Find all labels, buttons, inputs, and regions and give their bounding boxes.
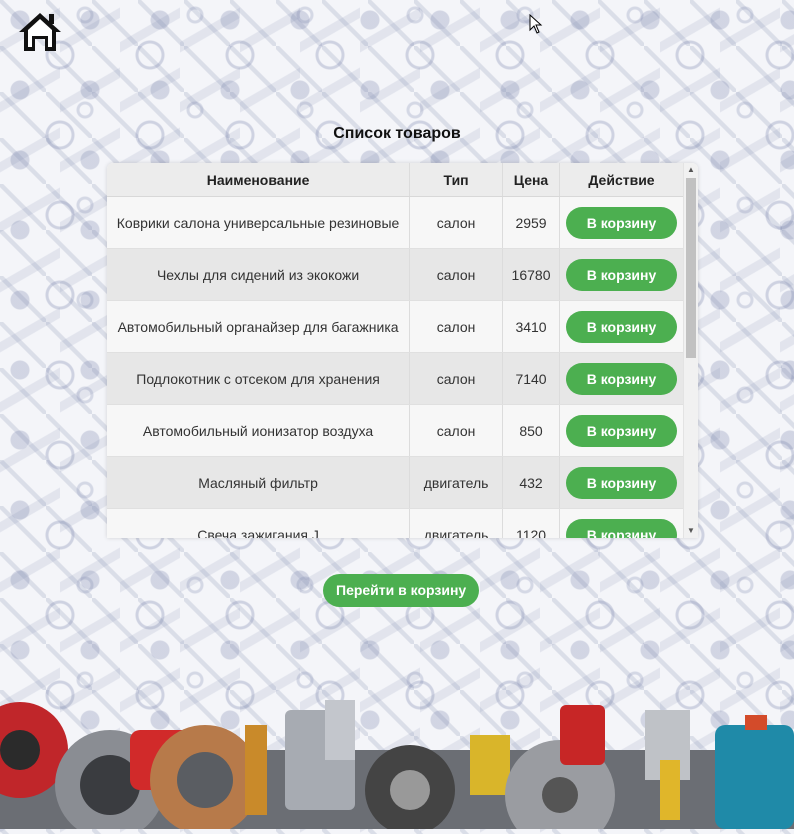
product-type: салон — [409, 352, 504, 405]
page-title: Список товаров — [333, 125, 461, 142]
table-row: Чехлы для сидений из экокожи салон 16780… — [107, 248, 684, 301]
product-type: салон — [409, 196, 504, 249]
column-header-price: Цена — [502, 163, 560, 197]
add-to-cart-button[interactable]: В корзину — [565, 466, 678, 499]
product-price: 432 — [502, 456, 560, 509]
product-action-cell: В корзину — [559, 196, 684, 249]
products-table-container: Наименование Тип Цена Действие Коврики с… — [107, 163, 698, 538]
add-to-cart-button[interactable]: В корзину — [565, 310, 678, 343]
product-price: 850 — [502, 404, 560, 457]
table-header-row: Наименование Тип Цена Действие — [107, 163, 684, 197]
table-row: Автомобильный ионизатор воздуха салон 85… — [107, 404, 684, 457]
product-name: Автомобильный органайзер для багажника — [107, 300, 411, 353]
home-icon[interactable] — [17, 10, 63, 54]
product-name: Чехлы для сидений из экокожи — [107, 248, 411, 301]
column-header-name: Наименование — [107, 163, 411, 197]
add-to-cart-button[interactable]: В корзину — [565, 206, 678, 239]
table-scrollbar[interactable]: ▲ ▼ — [683, 163, 698, 538]
add-to-cart-button[interactable]: В корзину — [565, 518, 678, 538]
product-type: салон — [409, 248, 504, 301]
product-type: двигатель — [409, 456, 504, 509]
table-row: Коврики салона универсальные резиновые с… — [107, 196, 684, 249]
product-action-cell: В корзину — [559, 300, 684, 353]
product-price: 16780 — [502, 248, 560, 301]
product-action-cell: В корзину — [559, 404, 684, 457]
go-to-cart-button[interactable]: Перейти в корзину — [323, 574, 480, 607]
product-price: 2959 — [502, 196, 560, 249]
table-row: Автомобильный органайзер для багажника с… — [107, 300, 684, 353]
product-type: двигатель — [409, 508, 504, 538]
product-price: 1120 — [502, 508, 560, 538]
mouse-cursor-icon — [529, 13, 543, 34]
products-table: Наименование Тип Цена Действие Коврики с… — [107, 163, 684, 538]
add-to-cart-button[interactable]: В корзину — [565, 258, 678, 291]
table-row: Масляный фильтр двигатель 432 В корзину — [107, 456, 684, 509]
product-action-cell: В корзину — [559, 508, 684, 538]
add-to-cart-button[interactable]: В корзину — [565, 362, 678, 395]
add-to-cart-button[interactable]: В корзину — [565, 414, 678, 447]
product-type: салон — [409, 404, 504, 457]
auto-parts-banner-image — [0, 690, 794, 834]
product-price: 7140 — [502, 352, 560, 405]
scrollbar-thumb[interactable] — [686, 178, 696, 358]
product-name: Свеча зажигания J — [107, 508, 411, 538]
product-action-cell: В корзину — [559, 456, 684, 509]
product-name: Масляный фильтр — [107, 456, 411, 509]
table-row: Подлокотник с отсеком для хранения салон… — [107, 352, 684, 405]
column-header-type: Тип — [409, 163, 504, 197]
table-row: Свеча зажигания J двигатель 1120 В корзи… — [107, 508, 684, 538]
product-name: Автомобильный ионизатор воздуха — [107, 404, 411, 457]
product-type: салон — [409, 300, 504, 353]
scroll-down-arrow-icon[interactable]: ▼ — [684, 524, 698, 538]
scroll-up-arrow-icon[interactable]: ▲ — [684, 163, 698, 177]
product-action-cell: В корзину — [559, 352, 684, 405]
product-action-cell: В корзину — [559, 248, 684, 301]
product-name: Подлокотник с отсеком для хранения — [107, 352, 411, 405]
product-name: Коврики салона универсальные резиновые — [107, 196, 411, 249]
product-price: 3410 — [502, 300, 560, 353]
column-header-action: Действие — [559, 163, 684, 197]
products-table-scroll[interactable]: Наименование Тип Цена Действие Коврики с… — [107, 163, 684, 538]
